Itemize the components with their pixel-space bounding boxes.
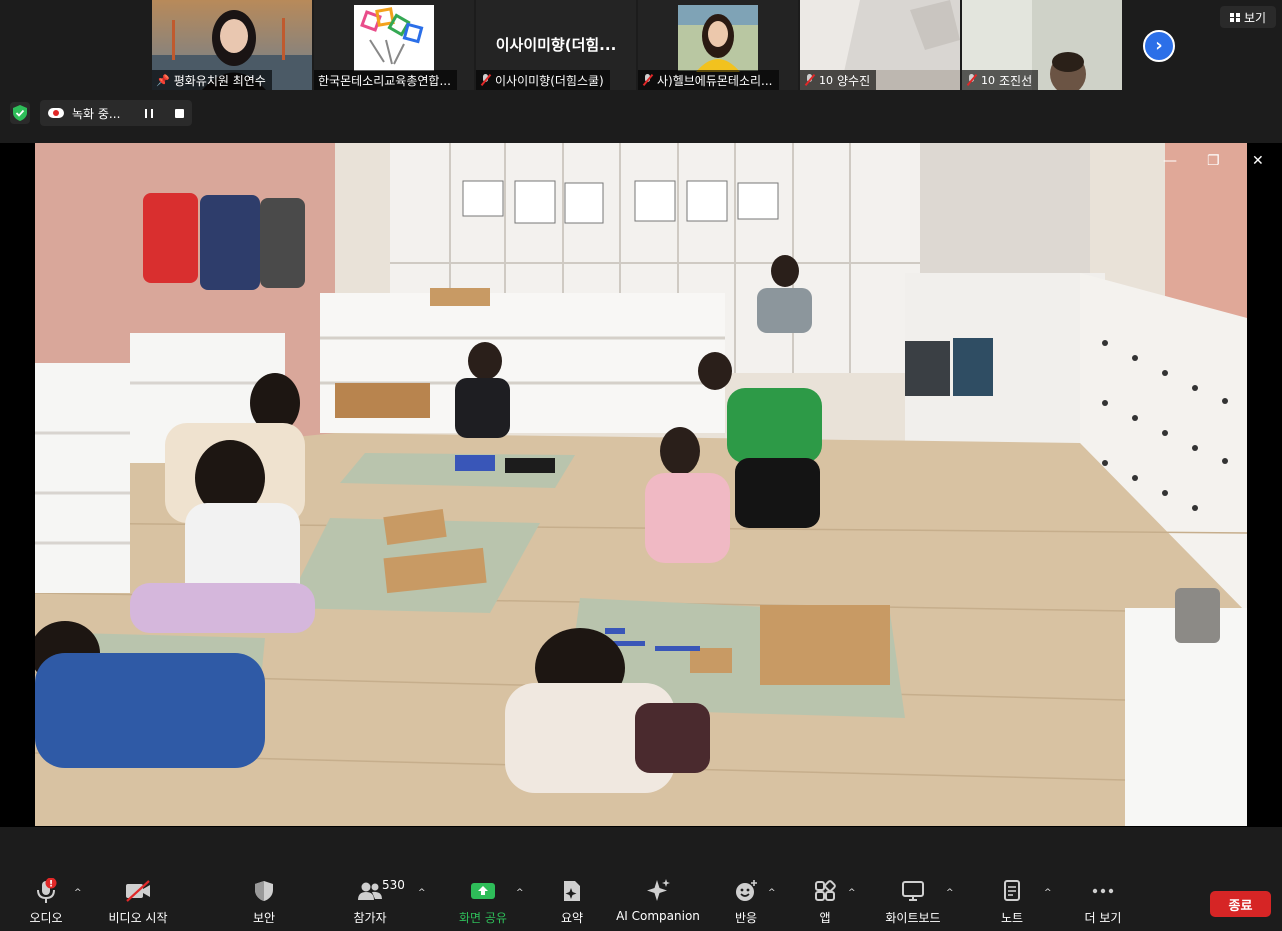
- share-options-caret[interactable]: ^: [516, 888, 524, 898]
- pause-recording-button[interactable]: [145, 108, 153, 118]
- share-screen-icon: [471, 883, 495, 899]
- participants-count: 530: [382, 878, 405, 892]
- whiteboard-button[interactable]: 화이트보드: [882, 876, 944, 928]
- reactions-button[interactable]: 반응: [732, 876, 760, 928]
- participant-name-bar: 10 양수진: [800, 70, 877, 90]
- participants-options-caret[interactable]: ^: [418, 888, 426, 898]
- muted-mic-icon: [804, 74, 815, 86]
- encryption-indicator[interactable]: [10, 102, 30, 124]
- reactions-options-caret[interactable]: ^: [768, 888, 776, 898]
- apps-options-caret[interactable]: ^: [848, 888, 856, 898]
- stop-recording-button[interactable]: [175, 108, 184, 118]
- participant-tile[interactable]: 10 조진선: [962, 0, 1122, 90]
- ai-companion-button[interactable]: AI Companion: [616, 876, 700, 928]
- participants-label: 참가자: [353, 911, 387, 925]
- more-label: 더 보기: [1084, 911, 1122, 925]
- participant-name-bar: 이사이미향(더힘스쿨): [476, 70, 610, 90]
- view-button[interactable]: 보기: [1220, 6, 1276, 28]
- meeting-toolbar: ! 오디오 ^ 비디오 시작 보안 530 참가자 ^ 화면 공유 ^ 요약 A…: [0, 856, 1282, 931]
- participant-name-bar: 한국몬테소리교육총연합...: [314, 70, 457, 90]
- audio-label: 오디오: [29, 911, 63, 925]
- end-meeting-button[interactable]: 종료: [1210, 891, 1271, 917]
- notes-options-caret[interactable]: ^: [1044, 888, 1052, 898]
- participant-tile[interactable]: 한국몬테소리교육총연합...: [314, 0, 474, 90]
- participant-name: 조진선: [999, 73, 1033, 88]
- sparkle-icon: [647, 879, 670, 901]
- share-screen-label: 화면 공유: [459, 911, 507, 925]
- muted-mic-icon: [642, 74, 653, 86]
- whiteboard-icon: [902, 881, 924, 901]
- recording-label: 녹화 중...: [72, 106, 121, 121]
- gallery-strip: 📌 평화유치원 최연수 한국몬테소리교육총연합... 이사이미향(더힘... 이…: [152, 0, 1122, 90]
- start-video-label: 비디오 시작: [108, 911, 168, 925]
- grid-view-icon: [1229, 12, 1240, 22]
- participant-name-bar: 10 조진선: [962, 70, 1039, 90]
- smiley-icon: [736, 880, 757, 901]
- zoom-meeting-window: 📌 평화유치원 최연수 한국몬테소리교육총연합... 이사이미향(더힘... 이…: [0, 0, 1282, 931]
- recording-indicator: 녹화 중...: [40, 100, 192, 126]
- microphone-icon: !: [37, 878, 57, 903]
- muted-mic-icon: [480, 74, 491, 86]
- participant-prefix: 10: [819, 73, 833, 87]
- summary-icon: [564, 881, 580, 901]
- reactions-label: 반응: [734, 911, 758, 925]
- notes-button[interactable]: 노트: [998, 876, 1026, 928]
- muted-mic-icon: [966, 74, 977, 86]
- video-off-icon: [126, 880, 150, 902]
- apps-label: 앱: [819, 911, 831, 925]
- participant-prefix: 10: [981, 73, 995, 87]
- notes-label: 노트: [1000, 911, 1024, 925]
- view-button-label: 보기: [1243, 10, 1267, 25]
- ai-companion-label: AI Companion: [616, 909, 700, 923]
- participants-icon: [358, 882, 382, 900]
- close-icon[interactable]: ✕: [1252, 153, 1264, 169]
- restore-icon[interactable]: ❐: [1207, 153, 1220, 169]
- whiteboard-label: 화이트보드: [885, 911, 941, 925]
- participant-name: 한국몬테소리교육총연합...: [318, 73, 451, 88]
- chevron-right-icon: ›: [1155, 35, 1163, 56]
- classroom-scene: [35, 143, 1247, 826]
- summary-label: 요약: [560, 911, 584, 925]
- pin-icon: 📌: [156, 73, 170, 87]
- participant-name: 이사이미향(더힘스쿨): [495, 73, 604, 88]
- summary-button[interactable]: 요약: [558, 876, 586, 928]
- share-screen-button[interactable]: 화면 공유: [456, 876, 510, 928]
- participant-tile[interactable]: 10 양수진: [800, 0, 960, 90]
- shared-video: — ❐: [35, 143, 1247, 826]
- participant-name: 사)헬브에듀몬테소리...: [657, 73, 773, 88]
- audio-options-caret[interactable]: ^: [74, 888, 82, 898]
- participant-name: 양수진: [837, 73, 871, 88]
- more-dots-icon: [1092, 888, 1114, 894]
- notes-icon: [1004, 880, 1020, 901]
- shield-check-icon: [13, 105, 27, 121]
- participant-name-bar: 📌 평화유치원 최연수: [152, 70, 272, 90]
- participant-name-bar: 사)헬브에듀몬테소리...: [638, 70, 779, 90]
- more-button[interactable]: 더 보기: [1082, 876, 1124, 928]
- apps-icon: [815, 880, 836, 901]
- participant-display-name: 이사이미향(더힘...: [495, 36, 617, 54]
- participant-tile[interactable]: 이사이미향(더힘... 이사이미향(더힘스쿨): [476, 0, 636, 90]
- security-label: 보안: [252, 911, 276, 925]
- participant-tile[interactable]: 사)헬브에듀몬테소리...: [638, 0, 798, 90]
- whiteboard-options-caret[interactable]: ^: [946, 888, 954, 898]
- shield-icon: [255, 881, 273, 901]
- start-video-button[interactable]: 비디오 시작: [106, 876, 170, 928]
- gallery-next-page-button[interactable]: ›: [1143, 30, 1175, 62]
- participants-button[interactable]: 530 참가자: [346, 876, 404, 928]
- minimize-icon[interactable]: —: [1163, 153, 1177, 169]
- audio-button[interactable]: ! 오디오: [24, 876, 68, 928]
- main-video-stage: — ❐ ✕: [0, 143, 1282, 827]
- end-meeting-label: 종료: [1228, 898, 1253, 914]
- participant-tile[interactable]: 📌 평화유치원 최연수: [152, 0, 312, 90]
- svg-text:!: !: [49, 880, 53, 890]
- cloud-recording-icon: [48, 108, 64, 118]
- security-button[interactable]: 보안: [246, 876, 282, 928]
- participant-name: 평화유치원 최연수: [173, 73, 266, 88]
- apps-button[interactable]: 앱: [812, 876, 838, 928]
